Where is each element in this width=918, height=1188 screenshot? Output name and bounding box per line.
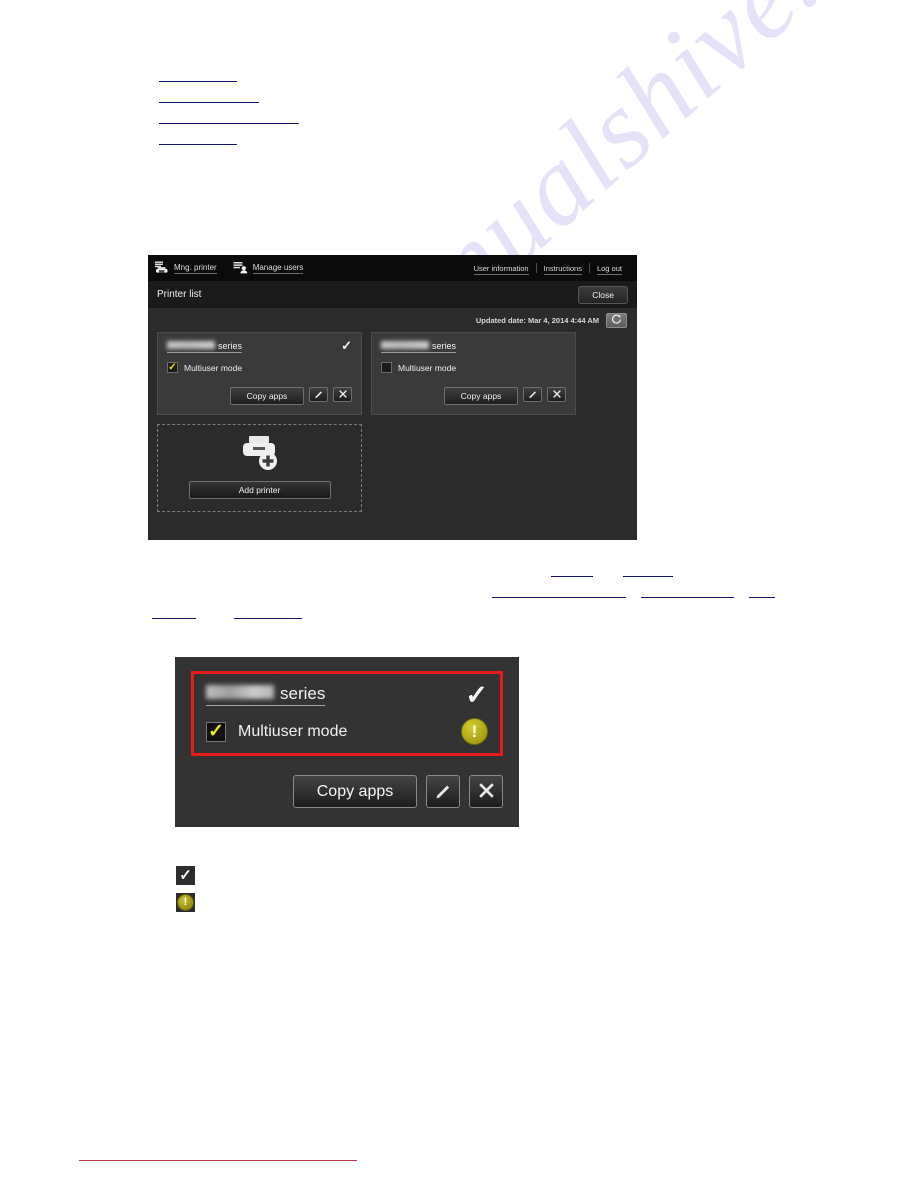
detail-zoom-panel: series ✓ ✓ Multiuser mode ! Copy apps — [175, 657, 519, 827]
printer-card-header: series — [381, 341, 566, 353]
detail-model-suffix: series — [280, 684, 326, 703]
delete-printer-button[interactable] — [547, 387, 566, 402]
nav-user-information-label: User information — [473, 263, 529, 275]
check-icon: ✓ — [465, 680, 488, 710]
doc-link-2[interactable] — [159, 89, 259, 103]
multiuser-row[interactable]: ✓ Multiuser mode — [167, 362, 352, 373]
refresh-button[interactable] — [606, 312, 627, 328]
app-subbar: Printer list Close — [148, 281, 637, 308]
doc-link-11[interactable] — [233, 605, 302, 619]
printer-model-suffix: series — [218, 341, 243, 351]
topbar-nav-right: User information Instructions Log out — [467, 263, 629, 275]
doc-link-6[interactable] — [622, 563, 673, 577]
doc-link-row-6 — [492, 580, 775, 598]
doc-link-7[interactable] — [492, 584, 626, 598]
printer-card-actions: Copy apps — [167, 387, 352, 405]
close-x-icon — [552, 387, 562, 402]
printer-card[interactable]: series Multiuser mode Copy apps — [371, 332, 576, 415]
printer-model-name: series — [167, 341, 243, 353]
printer-model-redacted — [381, 341, 429, 349]
nav-instructions-label: Instructions — [543, 263, 582, 275]
pencil-icon — [314, 387, 324, 402]
doc-link-row-5 — [551, 559, 673, 577]
add-printer-card[interactable]: Add printer — [157, 424, 362, 512]
updated-date-text: Updated date: Mar 4, 2014 4:44 AM — [475, 315, 599, 325]
multiuser-label: Multiuser mode — [238, 722, 348, 740]
detail-card-header: series ✓ — [206, 680, 488, 710]
close-x-icon — [338, 387, 348, 402]
doc-link-row-3 — [159, 106, 299, 124]
add-printer-button[interactable]: Add printer — [188, 481, 331, 499]
warning-icon: ! — [177, 894, 194, 911]
doc-link-row-2 — [159, 85, 259, 103]
multiuser-checkbox[interactable] — [381, 362, 392, 373]
printer-manage-icon — [154, 261, 169, 276]
nav-mng-printer[interactable]: Mng. printer — [154, 261, 217, 276]
edit-printer-button[interactable] — [523, 387, 542, 402]
check-icon: ✓ — [176, 866, 195, 885]
pencil-icon — [434, 781, 453, 803]
detail-model-redacted — [206, 685, 274, 699]
doc-link-1[interactable] — [159, 68, 237, 82]
copy-apps-button[interactable]: Copy apps — [444, 387, 518, 405]
warning-icon: ! — [461, 718, 488, 745]
manage-users-icon — [233, 261, 248, 276]
multiuser-label: Multiuser mode — [184, 362, 243, 373]
nav-log-out[interactable]: Log out — [590, 263, 629, 275]
doc-link-3[interactable] — [159, 110, 299, 124]
copy-apps-button[interactable]: Copy apps — [230, 387, 304, 405]
doc-link-row-4 — [159, 127, 237, 145]
nav-manage-users[interactable]: Manage users — [233, 261, 304, 276]
printer-card[interactable]: series ✓ ✓ Multiuser mode Copy apps — [157, 332, 362, 415]
close-x-icon — [477, 781, 496, 803]
doc-link-9[interactable] — [748, 584, 775, 598]
update-bar: Updated date: Mar 4, 2014 4:44 AM — [148, 308, 637, 332]
nav-instructions[interactable]: Instructions — [537, 263, 589, 275]
doc-link-10[interactable] — [152, 605, 196, 619]
multiuser-label: Multiuser mode — [398, 362, 457, 373]
delete-printer-button[interactable] — [333, 387, 352, 402]
detail-model-name: series — [206, 684, 326, 706]
printer-card-header: series ✓ — [167, 338, 352, 353]
detail-multiuser-row[interactable]: ✓ Multiuser mode ! — [206, 718, 488, 745]
page-title: Printer list — [157, 289, 202, 300]
check-icon: ✓ — [341, 338, 352, 353]
edit-printer-button[interactable] — [426, 775, 460, 808]
topbar-nav-left: Mng. printer Manage users — [154, 261, 304, 276]
footer-divider — [79, 1160, 357, 1161]
multiuser-checkbox[interactable]: ✓ — [167, 362, 178, 373]
nav-manage-users-label: Manage users — [252, 262, 304, 274]
printer-card-actions: Copy apps — [381, 387, 566, 405]
nav-log-out-label: Log out — [596, 263, 622, 275]
nav-user-information[interactable]: User information — [467, 263, 536, 275]
legend-check-item: ✓ — [176, 866, 195, 885]
multiuser-row[interactable]: Multiuser mode — [381, 362, 566, 373]
highlight-box: series ✓ ✓ Multiuser mode ! — [191, 671, 503, 756]
printer-model-name: series — [381, 341, 457, 353]
refresh-icon — [611, 313, 622, 328]
printer-model-suffix: series — [432, 341, 457, 351]
doc-link-row-7 — [152, 601, 302, 619]
doc-link-4[interactable] — [159, 131, 237, 145]
pencil-icon — [528, 387, 538, 402]
edit-printer-button[interactable] — [309, 387, 328, 402]
printer-list-window: Mng. printer Manage users User informati… — [148, 255, 637, 540]
warning-icon-box: ! — [176, 893, 195, 912]
legend-warning-item: ! — [176, 893, 195, 912]
app-topbar: Mng. printer Manage users User informati… — [148, 255, 637, 281]
printer-model-redacted — [167, 341, 215, 349]
doc-link-8[interactable] — [640, 584, 734, 598]
multiuser-checkbox[interactable]: ✓ — [206, 721, 226, 742]
delete-printer-button[interactable] — [469, 775, 503, 808]
printer-card-grid: series ✓ ✓ Multiuser mode Copy apps seri… — [148, 332, 637, 512]
add-printer-icon — [239, 435, 281, 473]
detail-card-actions: Copy apps — [191, 775, 503, 808]
copy-apps-button[interactable]: Copy apps — [293, 775, 417, 808]
close-button[interactable]: Close — [578, 285, 628, 304]
doc-link-5[interactable] — [551, 563, 593, 577]
nav-mng-printer-label: Mng. printer — [174, 262, 217, 274]
doc-link-row-1 — [159, 64, 237, 82]
